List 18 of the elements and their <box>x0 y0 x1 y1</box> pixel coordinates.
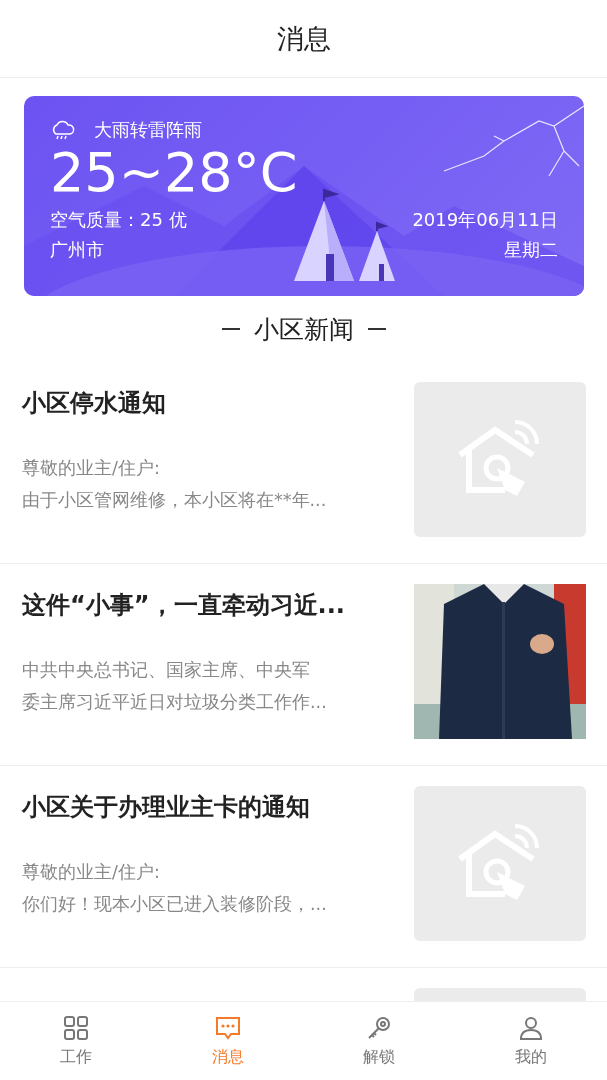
tab[interactable]: 我的 <box>455 1002 607 1080</box>
air-quality: 空气质量：25 优 <box>50 208 187 232</box>
section-title: 小区新闻 <box>253 313 354 346</box>
page-title: 消息 <box>276 21 331 56</box>
weather-date: 2019年06月11日 <box>412 208 558 232</box>
city-name: 广州市 <box>50 238 104 262</box>
tab[interactable]: 解锁 <box>303 1002 456 1080</box>
tab[interactable]: 消息 <box>151 1002 304 1080</box>
news-title[interactable]: 小区关于办理业主卡的通知 <box>22 791 327 823</box>
temperature: 25~28°C <box>50 144 299 202</box>
news-title[interactable]: 小区停水通知 <box>22 387 327 419</box>
weather-condition: 大雨转雷阵雨 <box>94 118 202 142</box>
news-summary: 尊敬的业主/住户: 你们好！现本小区已进入装修阶段，... <box>22 861 327 916</box>
news-title[interactable]: 这件“小事”，一直牵动习近... <box>22 589 345 621</box>
news-summary: 中共中央总书记、国家主席、中央军 委主席习近平近日对垃圾分类工作作... <box>22 659 328 714</box>
weekday: 星期二 <box>504 238 558 262</box>
tab[interactable]: 工作 <box>0 1002 152 1080</box>
news-summary: 尊敬的业主/住户: 由于小区管网维修，本小区将在**年... <box>22 457 327 512</box>
